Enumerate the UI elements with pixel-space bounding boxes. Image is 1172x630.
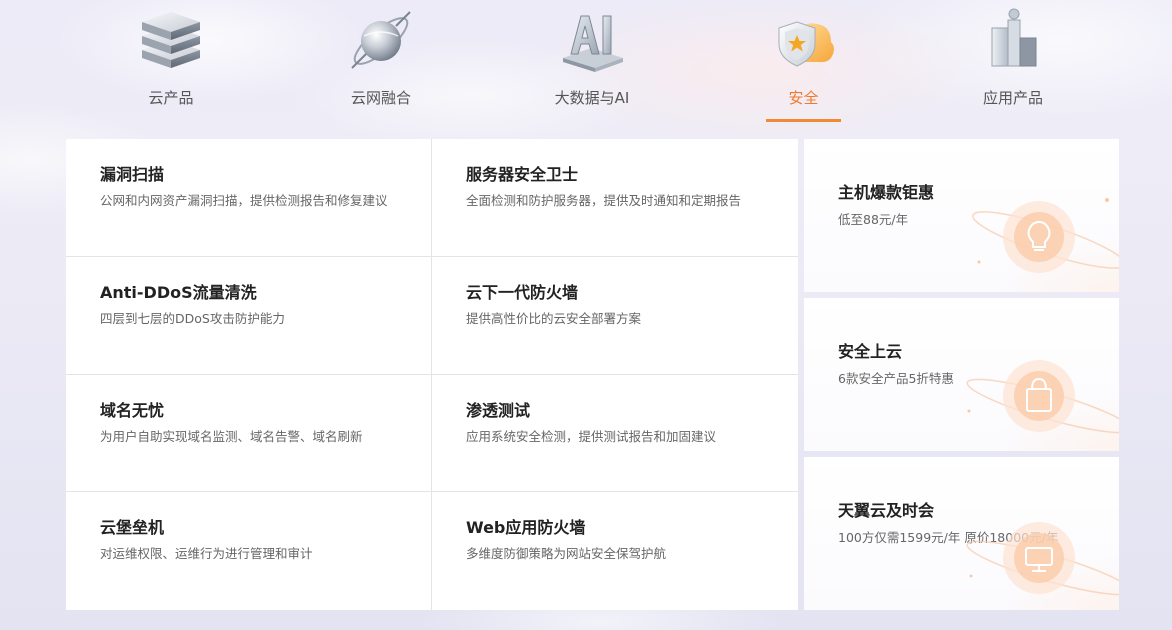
tab-label: 应用产品: [982, 89, 1043, 107]
product-card-next-gen-firewall[interactable]: 云下一代防火墙 提供高性价比的云安全部署方案: [432, 257, 798, 375]
promo-description: 6款安全产品5折特惠: [838, 371, 954, 386]
promo-description: 低至88元/年: [838, 212, 909, 227]
product-title: Web应用防火墙: [466, 518, 586, 538]
promo-title: 安全上云: [838, 342, 903, 361]
promo-card-host-deals[interactable]: 主机爆款钜惠 低至88元/年: [804, 139, 1119, 292]
product-description: 提供高性价比的云安全部署方案: [466, 310, 642, 326]
product-description: 为用户自助实现域名监测、域名告警、域名刷新: [100, 428, 363, 444]
product-title: 漏洞扫描: [100, 165, 165, 184]
product-card-vulnerability-scan[interactable]: 漏洞扫描 公网和内网资产漏洞扫描，提供检测报告和修复建议: [66, 139, 432, 257]
product-card-anti-ddos[interactable]: Anti-DDoS流量清洗 四层到七层的DDoS攻击防护能力: [66, 257, 432, 375]
monitor-icon: [966, 522, 1119, 596]
product-title: 云堡垒机: [100, 518, 165, 538]
product-description: 应用系统安全检测，提供测试报告和加固建议: [466, 428, 717, 444]
product-description: 公网和内网资产漏洞扫描，提供检测报告和修复建议: [100, 193, 388, 208]
tab-cloud-network[interactable]: 云网融合: [331, 0, 431, 122]
promo-title: 主机爆款钜惠: [838, 183, 935, 202]
product-description: 多维度防御策略为网站安全保驾护航: [466, 546, 667, 562]
product-title: 域名无忧: [100, 400, 165, 420]
promo-card-tianyi-cloud[interactable]: 天翼云及时会 100方仅需1599元/年 原价18000元/年: [804, 457, 1119, 610]
globe-orbit-icon: [346, 6, 416, 74]
tab-label: 安全: [788, 89, 819, 107]
product-card-server-guard[interactable]: 服务器安全卫士 全面检测和防护服务器，提供及时通知和定期报告: [432, 139, 798, 257]
tab-label: 云产品: [148, 89, 194, 107]
tab-application-products[interactable]: 应用产品: [963, 0, 1063, 122]
product-card-bastion-host[interactable]: 云堡垒机 对运维权限、运维行为进行管理和审计: [66, 492, 432, 610]
server-stack-icon: [136, 6, 206, 74]
product-card-penetration-test[interactable]: 渗透测试 应用系统安全检测，提供测试报告和加固建议: [432, 375, 798, 493]
ai-block-icon: [557, 6, 627, 74]
lightbulb-icon: [972, 198, 1119, 273]
product-card-domain-protection[interactable]: 域名无忧 为用户自助实现域名监测、域名告警、域名刷新: [66, 375, 432, 493]
product-title: 服务器安全卫士: [466, 165, 579, 184]
product-description: 全面检测和防护服务器，提供及时通知和定期报告: [466, 193, 742, 208]
category-tabs: 云产品 云网融合 大数据与AI 安全 应用产品: [0, 0, 1172, 125]
product-description: 对运维权限、运维行为进行管理和审计: [100, 546, 313, 562]
product-title: 渗透测试: [466, 400, 531, 420]
tab-cloud-products[interactable]: 云产品: [121, 0, 221, 122]
product-card-web-app-firewall[interactable]: Web应用防火墙 多维度防御策略为网站安全保驾护航: [432, 492, 798, 610]
tab-security[interactable]: 安全: [766, 0, 841, 122]
product-title: 云下一代防火墙: [466, 282, 579, 302]
active-tab-underline: [766, 119, 841, 122]
tab-bigdata-ai[interactable]: 大数据与AI: [537, 0, 647, 122]
shopping-bag-icon: [966, 360, 1119, 434]
product-title: Anti-DDoS流量清洗: [100, 282, 257, 302]
product-description: 四层到七层的DDoS攻击防护能力: [100, 310, 285, 326]
app-blocks-icon: [978, 6, 1048, 74]
shield-cloud-icon: [769, 6, 839, 74]
promo-card-secure-cloud[interactable]: 安全上云 6款安全产品5折特惠: [804, 298, 1119, 451]
promo-title: 天翼云及时会: [838, 501, 935, 520]
security-product-grid: 漏洞扫描 公网和内网资产漏洞扫描，提供检测报告和修复建议 服务器安全卫士 全面检…: [66, 139, 798, 610]
tab-label: 云网融合: [350, 89, 411, 107]
tab-label: 大数据与AI: [554, 89, 630, 107]
